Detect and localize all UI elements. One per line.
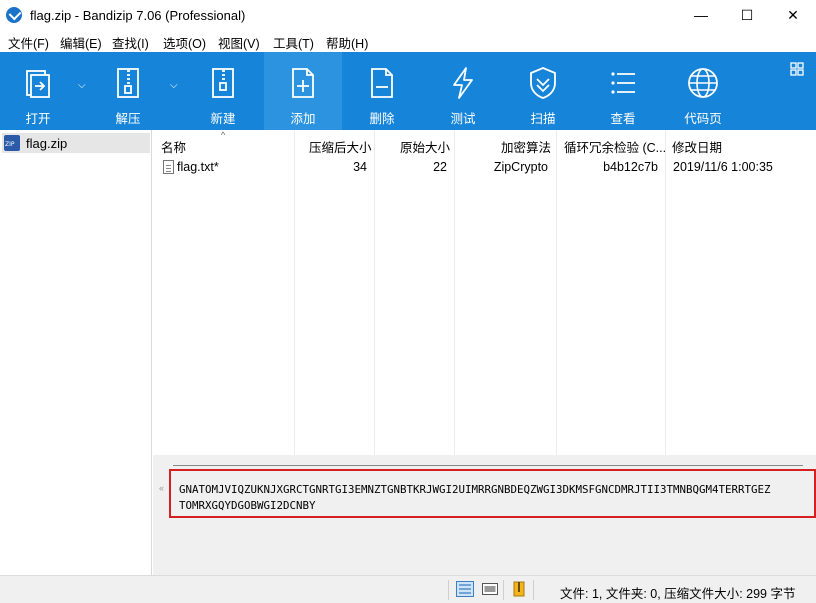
menu-view[interactable]: 视图(V): [218, 33, 260, 52]
new-label: 新建: [210, 112, 236, 126]
column-divider[interactable]: [556, 130, 557, 455]
new-archive-icon: [212, 68, 234, 98]
comment-line-1: GNATOMJVIQZUKNJXGRCTGNRTGI3EMNZTGNBTKRJW…: [179, 483, 771, 496]
bandizip-logo-icon: [6, 7, 22, 23]
codepage-button[interactable]: 代码页: [679, 52, 727, 130]
column-header-modified[interactable]: 修改日期: [672, 137, 722, 156]
open-label: 打开: [25, 112, 51, 126]
scan-button[interactable]: 扫描: [519, 52, 567, 130]
column-divider[interactable]: [454, 130, 455, 455]
file-name: flag.txt*: [177, 160, 219, 174]
close-button[interactable]: ✕: [770, 0, 816, 30]
status-bar: 文件: 1, 文件夹: 0, 压缩文件大小: 299 字节: [0, 575, 816, 603]
zip-archive-icon: [4, 135, 20, 151]
splitter[interactable]: [173, 465, 803, 466]
status-summary: 文件: 1, 文件夹: 0, 压缩文件大小: 299 字节: [560, 587, 796, 601]
open-archive-icon: [26, 70, 50, 98]
menu-help[interactable]: 帮助(H): [326, 33, 368, 52]
tree-item-archive[interactable]: flag.zip: [2, 133, 150, 153]
new-button[interactable]: 新建: [198, 52, 248, 130]
column-header-compressed-size[interactable]: 压缩后大小: [309, 137, 372, 156]
column-divider[interactable]: [374, 130, 375, 455]
comment-line-2: TOMRXGQYDGOBWGI2DCNBY: [179, 499, 316, 512]
archive-info-icon[interactable]: [511, 581, 529, 597]
minimize-button[interactable]: —: [678, 0, 724, 30]
menu-file[interactable]: 文件(F): [8, 33, 49, 52]
test-label: 测试: [450, 112, 476, 126]
details-view-icon[interactable]: [456, 581, 474, 597]
file-original-size: 22: [433, 160, 447, 174]
delete-button[interactable]: 删除: [358, 52, 406, 130]
column-header-name[interactable]: 名称: [161, 137, 186, 156]
column-divider[interactable]: [665, 130, 666, 455]
add-file-icon: [292, 68, 314, 98]
menu-options[interactable]: 选项(O): [163, 33, 206, 52]
maximize-button[interactable]: ☐: [724, 0, 770, 30]
status-divider: [503, 580, 504, 600]
add-label: 添加: [290, 112, 316, 126]
menu-edit[interactable]: 编辑(E): [60, 33, 102, 52]
menu-tools[interactable]: 工具(T): [273, 33, 314, 52]
column-header-crc[interactable]: 循环冗余检验 (C...: [564, 137, 666, 156]
globe-icon: [688, 68, 718, 98]
window-title: flag.zip - Bandizip 7.06 (Professional): [30, 8, 246, 23]
test-button[interactable]: 测试: [439, 52, 487, 130]
file-modified-date: 2019/11/6 1:00:35: [673, 160, 773, 174]
list-view-icon: [611, 72, 635, 94]
extract-dropdown-icon[interactable]: ⌵: [170, 80, 178, 91]
file-compressed-size: 34: [353, 160, 367, 174]
column-header-original-size[interactable]: 原始大小: [400, 137, 450, 156]
layout-grid-icon[interactable]: [790, 62, 804, 76]
extract-zipper-icon: [117, 68, 139, 98]
extract-button[interactable]: 解压: [104, 52, 152, 130]
menu-bar: 文件(F) 编辑(E) 查找(I) 选项(O) 视图(V) 工具(T) 帮助(H…: [0, 30, 816, 52]
column-divider[interactable]: [294, 130, 295, 455]
sort-ascending-icon: ^: [221, 130, 226, 140]
lightning-icon: [453, 67, 473, 99]
title-bar: flag.zip - Bandizip 7.06 (Professional) …: [0, 0, 816, 30]
view-label: 查看: [610, 112, 636, 126]
shield-check-icon: [530, 67, 556, 99]
view-button[interactable]: 查看: [599, 52, 647, 130]
file-list: ^ 名称 压缩后大小 原始大小 加密算法 循环冗余检验 (C... 修改日期 f…: [153, 130, 816, 455]
delete-label: 删除: [369, 112, 395, 126]
add-button[interactable]: 添加: [264, 52, 342, 130]
status-divider: [448, 580, 449, 600]
open-button[interactable]: 打开: [14, 52, 62, 130]
column-header-encryption[interactable]: 加密算法: [501, 137, 551, 156]
archive-comment-panel: « GNATOMJVIQZUKNJXGRCTGNRTGI3EMNZTGNBTKR…: [153, 455, 816, 575]
status-divider: [533, 580, 534, 600]
bandizip-window: flag.zip - Bandizip 7.06 (Professional) …: [0, 0, 816, 603]
tree-item-label: flag.zip: [26, 135, 68, 151]
collapse-icon[interactable]: «: [159, 483, 164, 493]
menu-find[interactable]: 查找(I): [112, 33, 149, 52]
codepage-label: 代码页: [684, 112, 722, 126]
archive-comment-box[interactable]: GNATOMJVIQZUKNJXGRCTGNRTGI3EMNZTGNBTKRJW…: [169, 469, 816, 518]
file-crc: b4b12c7b: [603, 160, 658, 174]
scan-label: 扫描: [530, 112, 556, 126]
archive-tree-panel: flag.zip: [0, 130, 152, 575]
open-dropdown-icon[interactable]: ⌵: [78, 80, 86, 91]
preview-pane-icon[interactable]: [481, 581, 499, 597]
extract-label: 解压: [115, 112, 141, 126]
file-encryption: ZipCrypto: [493, 160, 548, 174]
toolbar: 打开 ⌵ 解压 ⌵ 新建 添加 删除 测试 扫描 查看 代码页: [0, 52, 816, 130]
delete-file-icon: [371, 68, 393, 98]
text-file-icon: [163, 160, 174, 174]
